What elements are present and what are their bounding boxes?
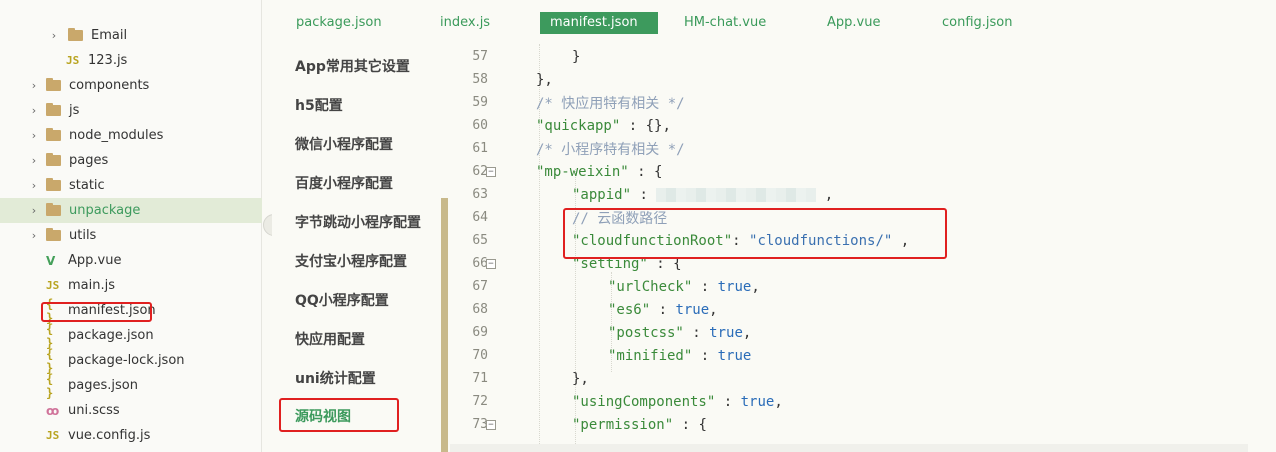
tree-item-main-js[interactable]: JS main.js xyxy=(0,273,262,298)
folder-icon xyxy=(46,153,61,166)
code-line: 68 "es6" : true, xyxy=(472,301,718,318)
nav-quickapp-config[interactable]: 快应用配置 xyxy=(295,329,365,349)
chevron-right-icon[interactable]: › xyxy=(28,104,40,117)
code-line: 60 "quickapp" : {}, xyxy=(472,117,671,134)
tree-item-js[interactable]: › js xyxy=(0,98,262,123)
file-tree-sidebar: › Email JS 123.js › components › js › no… xyxy=(0,0,262,452)
nav-uni-stat-config[interactable]: uni统计配置 xyxy=(295,368,376,388)
code-line: 72 "usingComponents" : true, xyxy=(472,393,783,410)
chevron-right-icon[interactable]: › xyxy=(28,204,40,217)
annotation-box-manifest xyxy=(41,302,152,322)
code-line: 73 − "permission" : { xyxy=(472,416,707,433)
fold-toggle-icon[interactable]: − xyxy=(486,419,496,430)
json-file-icon: { } xyxy=(46,346,54,375)
code-line: 59 /* 快应用特有相关 */ xyxy=(472,95,685,112)
tree-item-pages[interactable]: › pages xyxy=(0,148,262,173)
tree-item-app-vue[interactable]: V App.vue xyxy=(0,248,262,273)
editor-horizontal-scrollbar[interactable] xyxy=(450,444,1248,452)
fold-toggle-icon[interactable]: − xyxy=(486,166,496,177)
json-file-icon: { } xyxy=(46,321,54,350)
settings-nav-scrollbar[interactable] xyxy=(441,198,448,452)
folder-icon xyxy=(46,128,61,141)
tree-item-pages-json[interactable]: { } pages.json xyxy=(0,371,262,400)
tree-item-package-json[interactable]: { } package.json xyxy=(0,321,262,350)
tab-package-json[interactable]: package.json xyxy=(286,12,392,34)
scss-file-icon: ꝏ xyxy=(46,403,60,418)
tree-item-static[interactable]: › static xyxy=(0,173,262,198)
chevron-right-icon[interactable]: › xyxy=(28,179,40,192)
tree-item-utils[interactable]: › utils xyxy=(0,223,262,248)
code-line: 57 } xyxy=(472,48,581,65)
folder-icon xyxy=(46,78,61,91)
code-line: 63 "appid" : , xyxy=(472,186,834,203)
folder-icon xyxy=(46,203,61,216)
js-file-icon: JS xyxy=(46,429,60,442)
annotation-box-cloudfunction xyxy=(563,208,947,259)
code-line: 70 "minified" : true xyxy=(472,347,752,364)
editor-tab-bar: package.json index.js manifest.json HM-c… xyxy=(270,0,1276,44)
fold-toggle-icon[interactable]: − xyxy=(486,258,496,269)
folder-icon xyxy=(46,178,61,191)
tree-item-unpackage[interactable]: › unpackage xyxy=(0,198,262,223)
code-line: 61 /* 小程序特有相关 */ xyxy=(472,141,685,158)
tab-index-js[interactable]: index.js xyxy=(430,12,500,34)
manifest-settings-nav: App常用其它设置 h5配置 微信小程序配置 百度小程序配置 字节跳动小程序配置… xyxy=(272,44,448,452)
tree-item-node-modules[interactable]: › node_modules xyxy=(0,123,262,148)
redacted-appid xyxy=(656,187,817,202)
chevron-right-icon[interactable]: › xyxy=(28,79,40,92)
tree-item-vue-config-js[interactable]: JS vue.config.js xyxy=(0,423,262,448)
tab-app-vue[interactable]: App.vue xyxy=(817,12,890,34)
tree-item-components[interactable]: › components xyxy=(0,73,262,98)
tab-hm-chat-vue[interactable]: HM-chat.vue xyxy=(674,12,776,34)
tree-item-package-lock-json[interactable]: { } package-lock.json xyxy=(0,346,262,375)
code-line: 67 "urlCheck" : true, xyxy=(472,278,760,295)
tree-item-email[interactable]: › Email xyxy=(0,23,262,48)
folder-icon xyxy=(46,228,61,241)
code-line: 62 − "mp-weixin" : { xyxy=(472,163,663,180)
chevron-right-icon[interactable]: › xyxy=(28,229,40,242)
vue-file-icon: V xyxy=(46,253,56,268)
chevron-right-icon[interactable]: › xyxy=(48,29,60,42)
nav-baidu-config[interactable]: 百度小程序配置 xyxy=(295,173,393,193)
tab-config-json[interactable]: config.json xyxy=(932,12,1023,34)
nav-qq-config[interactable]: QQ小程序配置 xyxy=(295,290,389,310)
folder-icon xyxy=(46,103,61,116)
json-file-icon: { } xyxy=(46,371,54,400)
chevron-right-icon[interactable]: › xyxy=(28,129,40,142)
code-line: 58 }, xyxy=(472,71,553,88)
nav-app-other-settings[interactable]: App常用其它设置 xyxy=(295,56,410,76)
nav-toutiao-config[interactable]: 字节跳动小程序配置 xyxy=(295,212,421,232)
code-line: 69 "postcss" : true, xyxy=(472,324,752,341)
folder-icon xyxy=(68,28,83,41)
js-file-icon: JS xyxy=(66,54,80,67)
tree-item-123-js[interactable]: JS 123.js xyxy=(0,48,262,73)
tree-item-uni-scss[interactable]: ꝏ uni.scss xyxy=(0,398,262,423)
tab-manifest-json[interactable]: manifest.json xyxy=(540,12,658,34)
nav-h5-config[interactable]: h5配置 xyxy=(295,95,343,115)
nav-weixin-config[interactable]: 微信小程序配置 xyxy=(295,134,393,154)
annotation-box-source-view xyxy=(279,398,399,432)
js-file-icon: JS xyxy=(46,279,60,292)
nav-alipay-config[interactable]: 支付宝小程序配置 xyxy=(295,251,407,271)
chevron-right-icon[interactable]: › xyxy=(28,154,40,167)
code-line: 71 }, xyxy=(472,370,589,387)
